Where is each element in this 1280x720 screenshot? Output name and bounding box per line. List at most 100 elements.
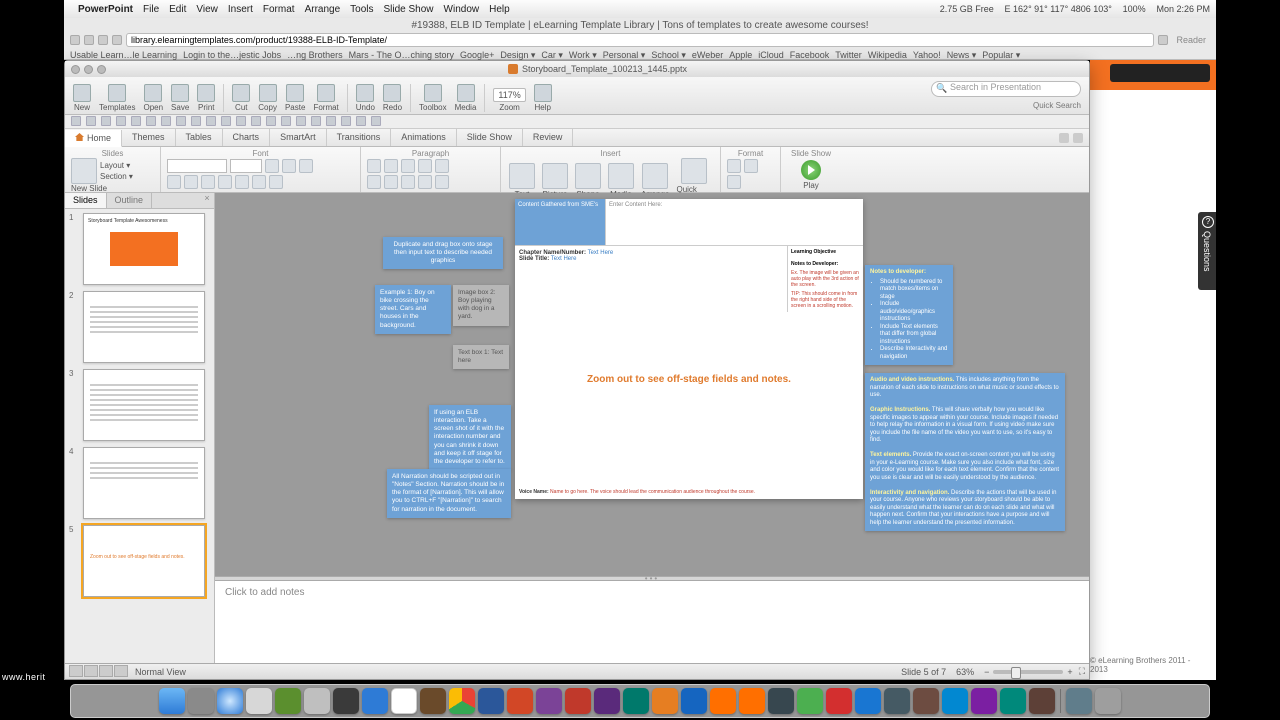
questions-tab[interactable]: Questions <box>1198 212 1216 290</box>
align-right-icon[interactable] <box>401 175 415 189</box>
offstage-note[interactable]: Notes to developer: Should be numbered t… <box>865 265 953 365</box>
offstage-note[interactable]: Text box 1: Text here <box>453 345 509 369</box>
slide-thumbnail[interactable]: 4 <box>69 447 210 519</box>
app-icon[interactable] <box>304 688 330 714</box>
bookmark-icon[interactable] <box>98 35 108 45</box>
redo-button[interactable]: Redo <box>381 84 404 112</box>
forward-button[interactable] <box>84 35 94 45</box>
app-icon[interactable] <box>420 688 446 714</box>
tab-review[interactable]: Review <box>523 129 574 146</box>
media-button[interactable]: Media <box>453 84 479 112</box>
play-button[interactable] <box>801 160 821 180</box>
menu-file[interactable]: File <box>143 4 159 15</box>
app-icon[interactable] <box>652 688 678 714</box>
app-menu[interactable]: PowerPoint <box>78 4 133 15</box>
chrome-icon[interactable] <box>449 688 475 714</box>
app-icon[interactable] <box>971 688 997 714</box>
menu-tools[interactable]: Tools <box>350 4 373 15</box>
save-button[interactable]: Save <box>169 84 191 112</box>
columns-icon[interactable] <box>435 175 449 189</box>
offstage-note[interactable]: Duplicate and drag box onto stage then i… <box>383 237 503 269</box>
app-icon[interactable] <box>913 688 939 714</box>
app-icon[interactable] <box>681 688 707 714</box>
quick-access-icons[interactable] <box>65 115 1089 129</box>
tab-transitions[interactable]: Transitions <box>327 129 392 146</box>
slide-canvas[interactable]: Content Gathered from SME's Enter Conten… <box>215 193 1089 576</box>
tab-slideshow[interactable]: Slide Show <box>457 129 523 146</box>
safari-icon[interactable] <box>217 688 243 714</box>
collapse-ribbon-icon[interactable] <box>1059 133 1069 143</box>
app-icon[interactable] <box>739 688 765 714</box>
share-icon[interactable] <box>112 35 122 45</box>
zoom-in-icon[interactable]: + <box>1067 667 1072 677</box>
slide-thumbnail[interactable]: 2 <box>69 291 210 363</box>
zoom-slider[interactable] <box>993 670 1063 674</box>
menu-edit[interactable]: Edit <box>169 4 186 15</box>
offstage-note[interactable]: If using an ELB interaction. Take a scre… <box>429 405 511 470</box>
line-spacing-icon[interactable] <box>435 159 449 173</box>
tab-themes[interactable]: Themes <box>122 129 176 146</box>
cut-button[interactable]: Cut <box>230 84 252 112</box>
font-family-select[interactable] <box>167 159 227 173</box>
reader-button[interactable]: Reader <box>1172 35 1210 45</box>
app-icon[interactable] <box>594 688 620 714</box>
powerpoint-icon[interactable] <box>507 688 533 714</box>
app-icon[interactable] <box>275 688 301 714</box>
launchpad-icon[interactable] <box>188 688 214 714</box>
tab-smartart[interactable]: SmartArt <box>270 129 327 146</box>
app-icon[interactable] <box>826 688 852 714</box>
site-search-box[interactable] <box>1110 64 1210 82</box>
traffic-lights[interactable] <box>65 65 106 74</box>
trash-icon[interactable] <box>1095 688 1121 714</box>
copy-button[interactable]: Copy <box>256 84 279 112</box>
itunes-icon[interactable] <box>362 688 388 714</box>
mac-menubar[interactable]: PowerPoint File Edit View Insert Format … <box>64 0 1216 18</box>
menu-view[interactable]: View <box>196 4 218 15</box>
paste-button[interactable]: Paste <box>283 84 307 112</box>
toolbox-button[interactable]: Toolbox <box>417 84 449 112</box>
fill-icon[interactable] <box>727 159 741 173</box>
offstage-note[interactable]: All Narration should be scripted out in … <box>387 469 511 518</box>
downloads-icon[interactable] <box>1066 688 1092 714</box>
offstage-note[interactable]: Image box 2: Boy playing with dog in a y… <box>453 285 509 326</box>
undo-button[interactable]: Undo <box>354 84 377 112</box>
tab-tables[interactable]: Tables <box>176 129 223 146</box>
bullets-icon[interactable] <box>367 159 381 173</box>
menu-insert[interactable]: Insert <box>228 4 253 15</box>
calendar-icon[interactable] <box>391 688 417 714</box>
offstage-note[interactable]: Audio and video instructions. This inclu… <box>865 373 1065 531</box>
notes-splitter[interactable] <box>215 576 1089 581</box>
justify-icon[interactable] <box>418 175 432 189</box>
close-panel-icon[interactable]: × <box>200 193 214 208</box>
gear-icon[interactable] <box>1073 133 1083 143</box>
indent-left-icon[interactable] <box>401 159 415 173</box>
align-left-icon[interactable] <box>367 175 381 189</box>
effects-icon[interactable] <box>727 175 741 189</box>
app-icon[interactable] <box>1029 688 1055 714</box>
section-dropdown[interactable]: Section ▾ <box>100 172 133 181</box>
mac-dock[interactable] <box>70 684 1210 718</box>
offstage-note[interactable]: Example 1: Boy on bike crossing the stre… <box>375 285 451 334</box>
templates-button[interactable]: Templates <box>97 84 137 112</box>
enter-content-box[interactable]: Enter Content Here: <box>605 199 863 245</box>
superscript-icon[interactable] <box>235 175 249 189</box>
format-painter-button[interactable]: Format <box>311 84 340 112</box>
menu-slideshow[interactable]: Slide Show <box>384 4 434 15</box>
app-icon[interactable] <box>797 688 823 714</box>
zoom-percent[interactable]: 63% <box>956 667 974 677</box>
app-icon[interactable] <box>536 688 562 714</box>
slide-thumbnail[interactable]: 3 <box>69 369 210 441</box>
font-size-select[interactable] <box>230 159 262 173</box>
app-icon[interactable] <box>942 688 968 714</box>
view-switcher[interactable] <box>69 665 129 679</box>
window-titlebar[interactable]: Storyboard_Template_100213_1445.pptx <box>65 61 1089 77</box>
app-icon[interactable] <box>333 688 359 714</box>
slides-tab[interactable]: Slides <box>65 193 107 208</box>
bold-icon[interactable] <box>167 175 181 189</box>
address-bar[interactable] <box>126 33 1154 47</box>
italic-icon[interactable] <box>184 175 198 189</box>
app-icon[interactable] <box>855 688 881 714</box>
strike-icon[interactable] <box>218 175 232 189</box>
finder-icon[interactable] <box>159 688 185 714</box>
print-button[interactable]: Print <box>195 84 217 112</box>
